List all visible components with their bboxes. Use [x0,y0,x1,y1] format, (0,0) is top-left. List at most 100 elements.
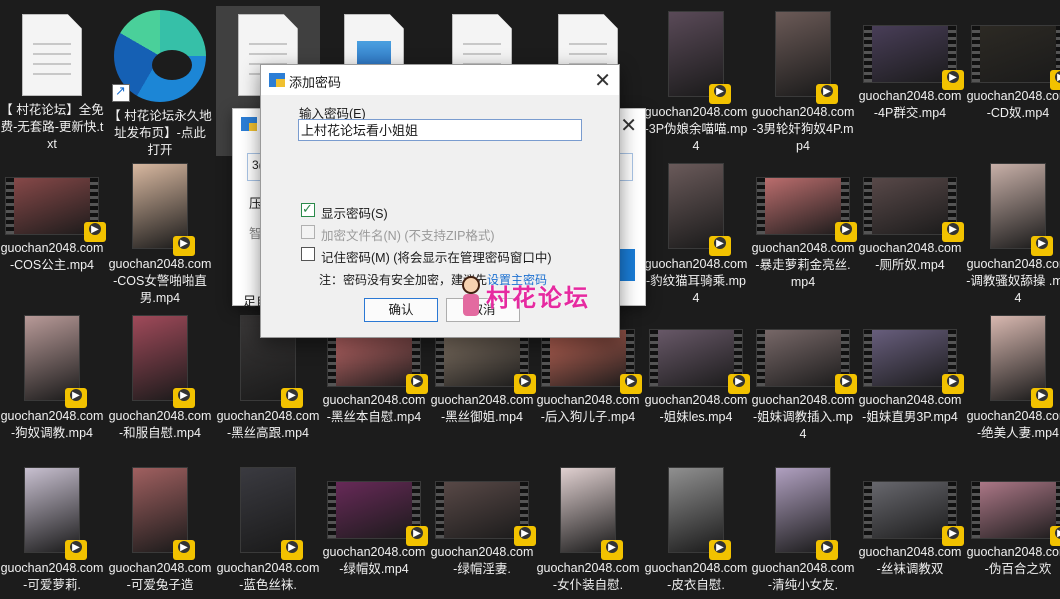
text-file-icon [22,14,82,96]
player-badge-icon [816,540,838,560]
desktop-file[interactable]: 【 村花论坛永久地址发布页】-点此打开 [108,6,212,159]
desktop-file[interactable]: guochan2048.com-绝美人妻.mp4 [966,310,1060,442]
player-badge-icon [281,540,303,560]
watermark: 村花论坛 [458,270,618,330]
show-password-checkbox[interactable] [301,201,315,217]
file-name: guochan2048.com-姐妹调教插入.mp4 [751,393,855,441]
file-name: guochan2048.com-丝袜调教双 [858,545,962,576]
show-password-label: 显示密码(S) [321,207,388,221]
file-name: guochan2048.com-黑丝高跟.mp4 [216,409,320,440]
video-thumbnail [864,330,964,394]
file-name: guochan2048.com-和服自慰.mp4 [108,409,212,440]
file-name: guochan2048.com-暴走萝莉金亮丝.mp4 [751,241,855,289]
video-thumbnail [133,468,195,560]
video-thumbnail [972,26,1060,90]
close-icon[interactable]: ✕ [620,113,637,138]
file-name: 【 村花论坛永久地址发布页】-点此打开 [108,109,212,157]
desktop-file[interactable]: guochan2048.com-CD奴.mp4 [966,6,1060,122]
desktop-file[interactable]: guochan2048.com-姐妹les.mp4 [644,310,750,426]
remember-password-label: 记住密码(M) (将会显示在管理密码窗口中) [321,251,552,265]
desktop-file[interactable]: guochan2048.com-姐妹调教插入.mp4 [751,310,857,443]
desktop-file[interactable]: guochan2048.com-皮衣自慰. [644,462,748,594]
video-thumbnail [864,26,964,90]
player-badge-icon [1031,236,1053,256]
file-name: guochan2048.com-COS女警啪啪直男.mp4 [108,257,212,305]
file-name: guochan2048.com-COS公主.mp4 [0,241,104,272]
player-badge-icon [84,222,106,242]
desktop-file[interactable]: guochan2048.com-3P伪娘余喵喵.mp4 [644,6,748,155]
player-badge-icon [942,70,964,90]
file-name: guochan2048.com-3P伪娘余喵喵.mp4 [644,105,748,153]
archive-app-icon [269,73,285,87]
desktop-file[interactable]: guochan2048.com-狗奴调教.mp4 [0,310,104,442]
desktop-file[interactable]: guochan2048.com-伪百合之欢 [966,462,1060,578]
desktop-file[interactable]: guochan2048.com-绿帽淫妻. [430,462,536,578]
archive-app-icon [241,117,257,131]
file-name: guochan2048.com-后入狗儿子.mp4 [536,393,640,424]
encrypt-filenames-checkbox[interactable] [301,225,315,239]
desktop-file[interactable]: guochan2048.com-4P群交.mp4 [858,6,964,122]
file-name: guochan2048.com-蓝色丝袜. [216,561,320,592]
player-badge-icon [709,236,731,256]
desktop-file[interactable]: guochan2048.com-COS公主.mp4 [0,158,106,274]
video-thumbnail [436,482,536,546]
desktop-file[interactable]: guochan2048.com-丝袜调教双 [858,462,964,578]
player-badge-icon [1050,70,1060,90]
desktop-file[interactable]: guochan2048.com-绿帽奴.mp4 [322,462,428,578]
dialog-title: 添加密码 [289,75,342,90]
desktop-file[interactable]: guochan2048.com-女仆装自慰. [536,462,640,594]
desktop-file[interactable]: guochan2048.com-豹纹猫耳骑乘.mp4 [644,158,748,307]
video-thumbnail [650,330,750,394]
player-badge-icon [709,84,731,104]
player-badge-icon [835,222,857,242]
video-thumbnail [561,468,623,560]
close-icon[interactable]: ✕ [594,68,611,93]
file-name: guochan2048.com-豹纹猫耳骑乘.mp4 [644,257,748,305]
file-name: guochan2048.com-绿帽淫妻. [430,545,534,576]
video-thumbnail [25,468,87,560]
video-thumbnail [6,178,106,242]
mascot-icon [458,276,484,322]
player-badge-icon [514,526,536,546]
video-thumbnail [669,468,731,560]
desktop-file[interactable]: guochan2048.com-COS女警啪啪直男.mp4 [108,158,212,307]
player-badge-icon [1050,526,1060,546]
watermark-text: 村花论坛 [486,285,590,312]
video-thumbnail [776,12,838,104]
desktop-file[interactable]: guochan2048.com-和服自慰.mp4 [108,310,212,442]
player-badge-icon [173,540,195,560]
remember-password-checkbox[interactable] [301,247,315,261]
file-name: guochan2048.com-黑丝御姐.mp4 [430,393,534,424]
file-name: guochan2048.com-绝美人妻.mp4 [966,409,1060,440]
file-name: guochan2048.com-厕所奴.mp4 [858,241,962,272]
desktop-file[interactable]: guochan2048.com-清纯小女友. [751,462,855,594]
file-name: guochan2048.com-伪百合之欢 [966,545,1060,576]
file-name: guochan2048.com-4P群交.mp4 [858,89,962,120]
desktop-file[interactable]: guochan2048.com-暴走萝莉金亮丝.mp4 [751,158,857,291]
desktop-file[interactable]: guochan2048.com-可爱萝莉. [0,462,104,594]
encrypt-filenames-label: 加密文件名(N) (不支持ZIP格式) [321,229,495,243]
desktop-file[interactable]: 【 村花论坛】全免费-无套路-更新快.txt [0,6,104,153]
confirm-button[interactable]: 确认 [364,298,438,322]
dialog-titlebar: 添加密码 ✕ [261,65,619,95]
file-name: guochan2048.com-可爱萝莉. [0,561,104,592]
file-name: guochan2048.com-女仆装自慰. [536,561,640,592]
player-badge-icon [835,374,857,394]
desktop-file[interactable]: guochan2048.com-姐妹直男3P.mp4 [858,310,964,426]
video-thumbnail [436,330,536,394]
desktop-file[interactable]: guochan2048.com-3男轮奸狗奴4P.mp4 [751,6,855,155]
file-name: guochan2048.com-CD奴.mp4 [966,89,1060,120]
video-thumbnail [991,164,1053,256]
password-input[interactable]: 上村花论坛看小姐姐 [298,119,582,141]
player-badge-icon [728,374,750,394]
video-thumbnail [669,164,731,256]
desktop-file[interactable]: guochan2048.com-蓝色丝袜. [216,462,320,594]
video-thumbnail [669,12,731,104]
video-thumbnail [972,482,1060,546]
desktop-file[interactable]: guochan2048.com-可爱兔子造 [108,462,212,594]
desktop-file[interactable]: guochan2048.com-厕所奴.mp4 [858,158,964,274]
player-badge-icon [942,222,964,242]
desktop-file[interactable]: guochan2048.com-调教骚奴舔操 .mp4 [966,158,1060,307]
video-thumbnail [991,316,1053,408]
file-name: guochan2048.com-姐妹直男3P.mp4 [858,393,962,424]
